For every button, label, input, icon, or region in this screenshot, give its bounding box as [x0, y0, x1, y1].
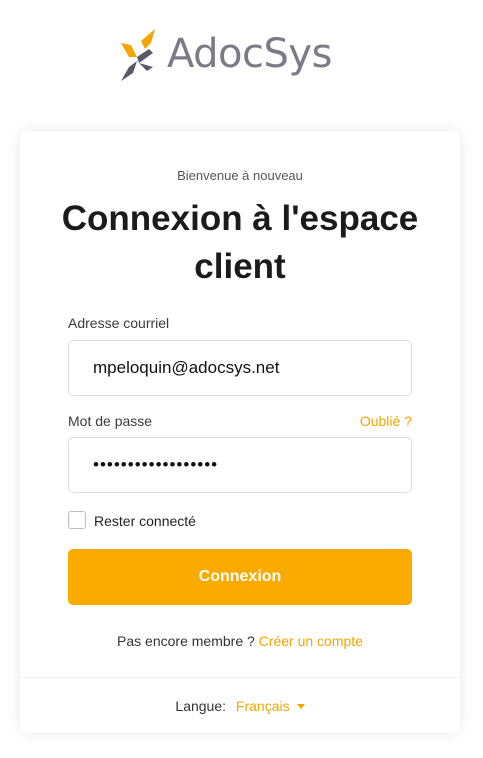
page-title: Connexion à l'espace client [61, 199, 419, 286]
language-selector: Langue: Français [20, 698, 460, 714]
forgot-password-link[interactable]: Oublié ? [360, 413, 412, 429]
email-label: Adresse courriel [68, 315, 170, 331]
create-account-link[interactable]: Créer un compte [259, 633, 363, 649]
email-field[interactable]: mpeloquin@adocsys.net [68, 340, 412, 396]
password-field[interactable]: •••••••••••••••••• [68, 437, 412, 493]
adocsys-logo-icon [121, 29, 155, 81]
divider [20, 677, 460, 678]
brand-logo: AdocSys [119, 27, 332, 81]
language-label: Langue: [175, 698, 227, 714]
signup-prompt: Pas encore membre ? Créer un compte [20, 633, 460, 649]
signup-prompt-text: Pas encore membre ? [117, 633, 255, 649]
remember-me-label: Rester connecté [94, 513, 196, 529]
login-button[interactable]: Connexion [68, 549, 412, 605]
remember-me-checkbox[interactable] [68, 511, 86, 529]
brand-name: AdocSys [167, 31, 332, 77]
password-label: Mot de passe [68, 413, 153, 429]
login-card: Bienvenue à nouveau Connexion à l'espace… [20, 131, 460, 733]
language-dropdown[interactable]: Français [236, 698, 305, 714]
welcome-text: Bienvenue à nouveau [177, 168, 303, 183]
language-selected: Français [235, 698, 290, 714]
caret-down-icon [296, 703, 305, 709]
